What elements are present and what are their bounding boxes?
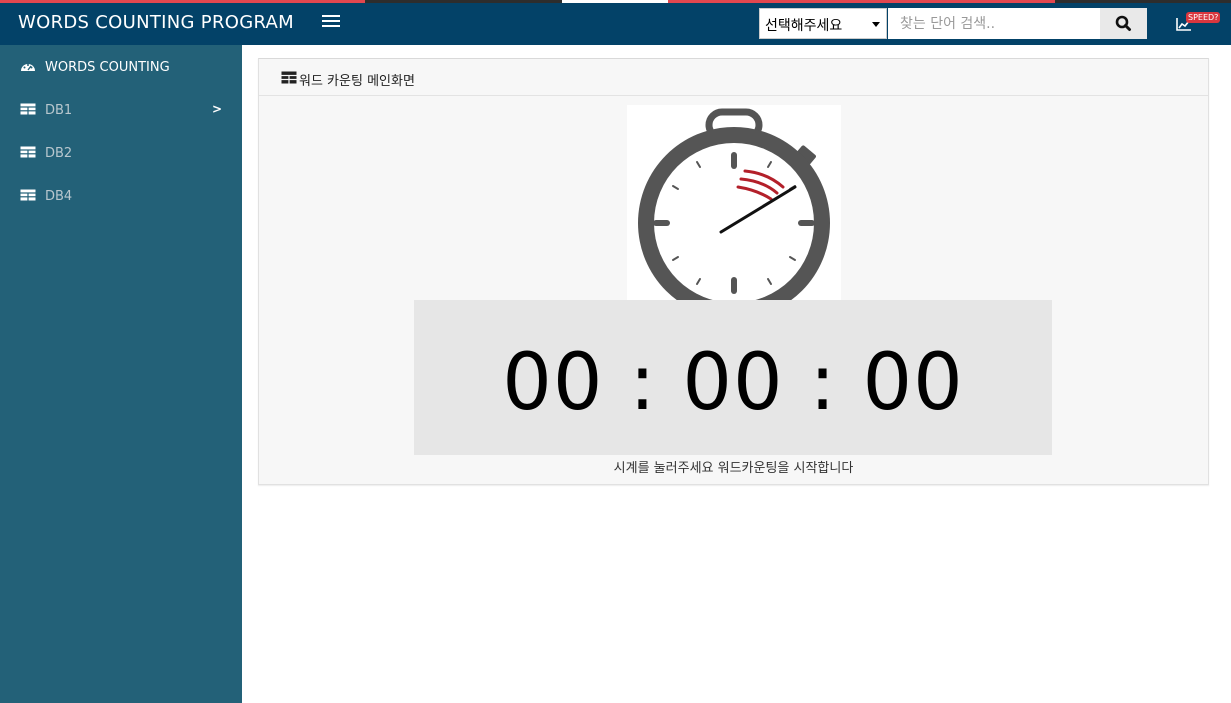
stopwatch-icon	[638, 108, 830, 319]
sidebar-item-db4[interactable]: DB4	[0, 176, 242, 216]
sidebar-item-label: WORDS COUNTING	[45, 60, 170, 75]
dashboard-icon	[21, 64, 35, 71]
table-icon	[281, 71, 297, 84]
panel-title: 워드 카운팅 메인화면	[299, 74, 415, 89]
stopwatch-button[interactable]	[627, 105, 841, 319]
sidebar-item-label: DB1	[45, 103, 73, 118]
table-icon	[20, 189, 36, 201]
search-input[interactable]	[888, 8, 1100, 39]
start-hint: 시계를 눌러주세요 워드카운팅을 시작합니다	[613, 461, 854, 476]
category-select-value: 선택해주세요	[765, 18, 843, 34]
speed-badge: SPEED?	[1186, 12, 1221, 23]
sidebar-item-label: DB4	[45, 189, 73, 204]
search-button[interactable]	[1100, 8, 1147, 39]
main-panel: 워드 카운팅 메인화면 00: 00: 00 시계를 눌러주세요 워드카운팅…	[258, 58, 1209, 485]
caret-down-icon	[872, 22, 880, 27]
chevron-right-icon: >	[212, 102, 223, 116]
timer-value: 00 : 00 : 00	[502, 338, 964, 428]
table-icon	[20, 146, 36, 158]
speed-menu[interactable]: SPEED?	[1175, 11, 1231, 35]
sidebar-item-words-counting[interactable]: WORDS COUNTING	[0, 47, 242, 87]
sidebar-item-db2[interactable]: DB2	[0, 133, 242, 173]
sidebar-item-db1[interactable]: DB1 >	[0, 90, 242, 130]
main-content: 워드 카운팅 메인화면 00: 00: 00 시계를 눌러주세요 워드카운팅…	[242, 45, 1231, 703]
sidebar-item-label: DB2	[45, 146, 73, 161]
table-icon	[20, 103, 36, 115]
panel-header: 워드 카운팅 메인화면	[259, 59, 1208, 96]
timer-display[interactable]: 00 : 00 : 00	[414, 300, 1052, 455]
top-navbar: WORDS COUNTING PROGRAM 선택해주세요 SPEED?	[0, 3, 1231, 45]
sidebar: WORDS COUNTING DB1 > DB2 DB4	[0, 45, 242, 703]
category-select[interactable]: 선택해주세요	[759, 8, 887, 39]
app-brand[interactable]: WORDS COUNTING PROGRAM	[18, 12, 294, 33]
hamburger-icon[interactable]	[322, 15, 340, 29]
search-icon	[1115, 15, 1131, 31]
